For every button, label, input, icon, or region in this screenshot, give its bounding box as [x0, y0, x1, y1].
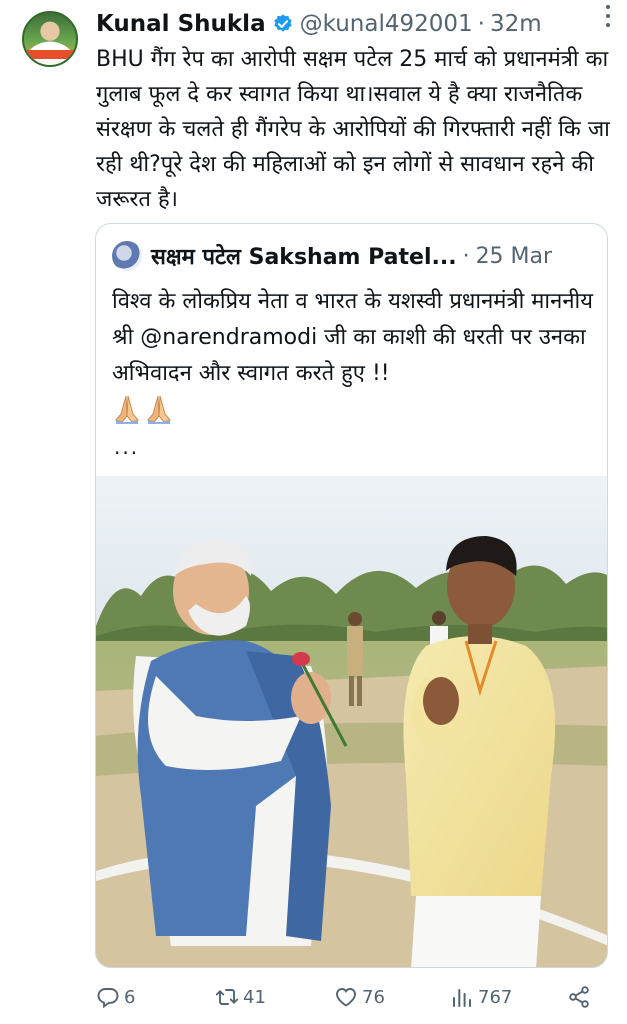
- heart-icon: [336, 988, 356, 1007]
- tweet-text: BHU गैंग रेप का आरोपी सक्षम पटेल 25 मार्…: [96, 47, 610, 212]
- views-button[interactable]: 767: [450, 980, 512, 1014]
- reply-icon: [97, 988, 119, 1009]
- quoted-tweet-photo[interactable]: [96, 476, 607, 967]
- more-vertical-icon[interactable]: [605, 5, 611, 27]
- like-button[interactable]: 76: [334, 980, 385, 1014]
- quoted-tweet-card[interactable]: सक्षम पटेल Saksham Patel... · 25 Mar विश…: [95, 223, 608, 968]
- tweet-time[interactable]: 32m: [490, 11, 542, 37]
- tweet[interactable]: Kunal Shukla @kunal492001 · 32m BHU गैंग…: [0, 0, 627, 1024]
- views-bar-chart-icon: [453, 989, 471, 1007]
- folded-hands-icon: [112, 394, 176, 428]
- quoted-tweet-date: 25 Mar: [475, 243, 553, 269]
- author-avatar[interactable]: [22, 11, 78, 67]
- quoted-tweet-text: विश्व के लोकप्रिय नेता व भारत के यशस्वी …: [112, 289, 594, 386]
- separator-dot: ·: [477, 11, 485, 37]
- separator-dot: ·: [462, 243, 470, 269]
- quoted-tweet-header: सक्षम पटेल Saksham Patel... · 25 Mar: [112, 238, 597, 274]
- reply-button[interactable]: 6: [96, 980, 135, 1014]
- retweet-count: 41: [243, 986, 266, 1008]
- like-count: 76: [362, 986, 385, 1008]
- retweet-icon: [215, 989, 239, 1005]
- verified-badge-icon: [273, 14, 292, 32]
- quoted-author-name: सक्षम पटेल Saksham Patel...: [151, 245, 457, 270]
- tweet-actions: 6 41 76 767: [96, 980, 611, 1014]
- share-icon: [569, 986, 589, 1008]
- tweet-header: Kunal Shukla @kunal492001 · 32m: [96, 8, 613, 40]
- reply-count: 6: [124, 986, 136, 1008]
- quoted-author-avatar: [112, 241, 142, 271]
- retweet-button[interactable]: 41: [215, 980, 266, 1014]
- share-button[interactable]: [567, 980, 595, 1014]
- author-handle[interactable]: @kunal492001: [300, 11, 473, 37]
- truncation-ellipsis: ...: [114, 435, 140, 459]
- author-display-name[interactable]: Kunal Shukla: [96, 11, 266, 37]
- views-count: 767: [478, 986, 513, 1008]
